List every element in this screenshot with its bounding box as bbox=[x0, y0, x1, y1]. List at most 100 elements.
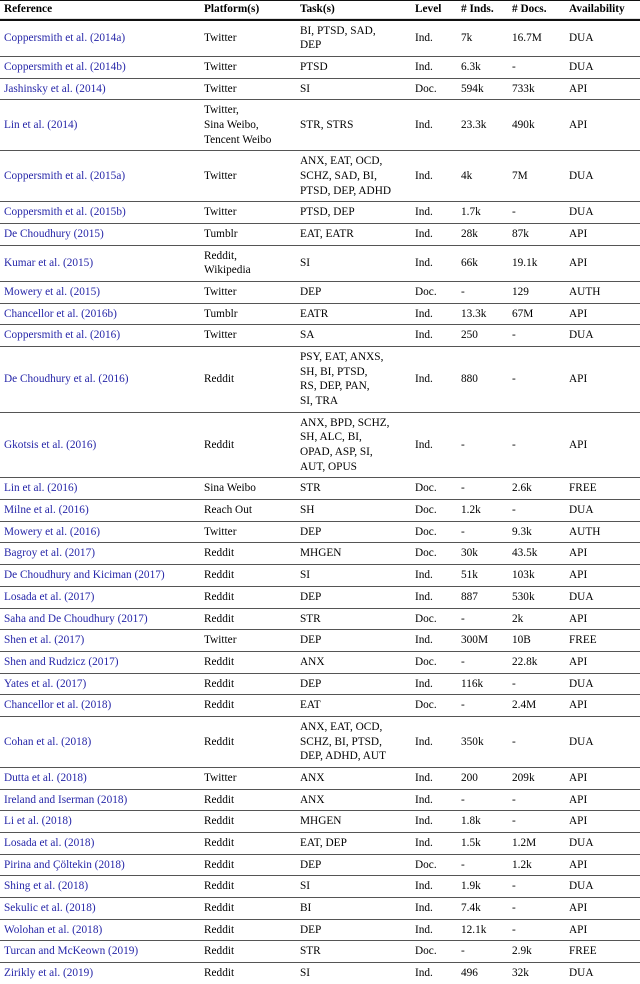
citation-link[interactable]: Chancellor et al. (2018) bbox=[0, 694, 200, 717]
availability-cell: API bbox=[565, 245, 640, 283]
citation-link[interactable]: Sekulic et al. (2018) bbox=[0, 897, 200, 920]
platform-cell: Reddit bbox=[200, 789, 296, 812]
availability-cell: API bbox=[565, 223, 640, 246]
citation-link[interactable]: De Choudhury (2015) bbox=[0, 223, 200, 246]
citation-link[interactable]: Shen et al. (2017) bbox=[0, 629, 200, 652]
citation-link[interactable]: Coppersmith et al. (2015a) bbox=[0, 150, 200, 203]
platform-cell-line: Reddit bbox=[204, 677, 235, 690]
citation-link[interactable]: Cohan et al. (2018) bbox=[0, 716, 200, 768]
task-cell-line: SI bbox=[300, 82, 311, 95]
citation-link[interactable]: Mowery et al. (2016) bbox=[0, 521, 200, 544]
num-individuals-cell: 200 bbox=[457, 767, 508, 790]
task-cell: DEP bbox=[296, 919, 411, 942]
platform-cell: Reddit bbox=[200, 564, 296, 587]
platform-cell-line: Twitter bbox=[204, 170, 237, 183]
task-cell-line: SI bbox=[300, 569, 311, 582]
citation-link[interactable]: Milne et al. (2016) bbox=[0, 499, 200, 522]
task-cell-line: STR bbox=[300, 612, 321, 625]
level-cell: Ind. bbox=[411, 56, 457, 79]
num-individuals-cell: - bbox=[457, 940, 508, 963]
citation-link[interactable]: Lin et al. (2016) bbox=[0, 477, 200, 501]
task-cell: PTSD, DEP bbox=[296, 201, 411, 225]
platform-cell-line: Reddit bbox=[204, 793, 235, 806]
platform-cell: Reddit bbox=[200, 716, 296, 768]
citation-link[interactable]: Chancellor et al. (2016b) bbox=[0, 303, 200, 326]
num-individuals-cell: - bbox=[457, 651, 508, 674]
num-individuals-cell: 6.3k bbox=[457, 56, 508, 79]
platform-cell-line: Twitter bbox=[204, 206, 237, 219]
citation-link[interactable]: Ireland and Iserman (2018) bbox=[0, 789, 200, 812]
availability-cell: API bbox=[565, 897, 640, 920]
platform-cell-line: Twitter bbox=[204, 82, 237, 95]
level-cell: Doc. bbox=[411, 281, 457, 304]
table-row: Gkotsis et al. (2016) Reddit ANX, BPD, SCH… bbox=[0, 412, 640, 479]
num-individuals-cell: - bbox=[457, 477, 508, 501]
availability-cell: API bbox=[565, 99, 640, 152]
task-cell-line: EAT, DEP bbox=[300, 836, 347, 849]
num-documents-cell: 2k bbox=[508, 608, 565, 631]
availability-cell: AUTH bbox=[565, 281, 640, 304]
citation-link[interactable]: Kumar et al. (2015) bbox=[0, 245, 200, 283]
citation-link[interactable]: Dutta et al. (2018) bbox=[0, 767, 200, 790]
platform-cell: Reddit bbox=[200, 854, 296, 877]
citation-link[interactable]: Mowery et al. (2015) bbox=[0, 281, 200, 304]
num-documents-cell: - bbox=[508, 673, 565, 696]
platform-cell-line: Reddit bbox=[204, 880, 235, 893]
platform-cell-line: Reddit bbox=[204, 438, 235, 451]
task-cell-line: DEP bbox=[300, 677, 322, 690]
citation-link[interactable]: Losada et al. (2018) bbox=[0, 832, 200, 855]
availability-cell: DUA bbox=[565, 324, 640, 348]
citation-link[interactable]: Lin et al. (2014) bbox=[0, 99, 200, 152]
task-cell: BI bbox=[296, 897, 411, 920]
level-cell: Ind. bbox=[411, 919, 457, 942]
citation-link[interactable]: Gkotsis et al. (2016) bbox=[0, 412, 200, 479]
citation-link[interactable]: Shing et al. (2018) bbox=[0, 875, 200, 898]
citation-link[interactable]: De Choudhury et al. (2016) bbox=[0, 346, 200, 413]
citation-link[interactable]: Yates et al. (2017) bbox=[0, 673, 200, 696]
task-cell-line: DEP, ADHD, AUT bbox=[300, 750, 386, 763]
num-documents-cell: 32k bbox=[512, 966, 529, 979]
platform-cell-line: Reddit bbox=[204, 699, 235, 712]
task-cell: MHGEN bbox=[296, 810, 411, 833]
citation-link[interactable]: Coppersmith et al. (2014b) bbox=[0, 56, 200, 79]
citation-link[interactable]: Zirikly et al. (2019) bbox=[0, 962, 200, 983]
num-documents-cell: - bbox=[508, 810, 565, 833]
citation-link[interactable]: Coppersmith et al. (2015b) bbox=[0, 201, 200, 225]
platform-cell: Reddit bbox=[200, 586, 296, 609]
table-row: Milne et al. (2016) Reach Out SH Doc. 1.2k - D… bbox=[0, 499, 640, 522]
task-cell: STR, STRS bbox=[296, 99, 411, 152]
table-row: Pirina and Çöltekin (2018) Reddit DEP Doc. -… bbox=[0, 854, 640, 877]
table-row: De Choudhury et al. (2016) Reddit PSY, EAT… bbox=[0, 346, 640, 413]
citation-link[interactable]: Shen and Rudzicz (2017) bbox=[0, 651, 200, 674]
citation-link[interactable]: Bagroy et al. (2017) bbox=[0, 542, 200, 566]
citation-link[interactable]: Turcan and McKeown (2019) bbox=[0, 940, 200, 963]
level-cell: Doc. bbox=[411, 608, 457, 631]
task-cell: EAT, EATR bbox=[296, 223, 411, 246]
availability-cell: API bbox=[565, 694, 640, 717]
platform-cell: Twitter bbox=[200, 281, 296, 304]
task-cell: EAT, DEP bbox=[296, 832, 411, 855]
table-row: Coppersmith et al. (2016) Twitter SA Ind. 25… bbox=[0, 324, 640, 348]
level-cell: Doc. bbox=[411, 940, 457, 963]
num-documents-cell: - bbox=[508, 56, 565, 79]
level-cell: Ind. bbox=[411, 412, 457, 479]
platform-cell: Reddit bbox=[200, 875, 296, 898]
platform-cell: Twitter bbox=[200, 201, 296, 225]
task-cell: SI bbox=[296, 962, 411, 983]
citation-link[interactable]: Li et al. (2018) bbox=[0, 810, 200, 833]
level-cell: Ind. bbox=[411, 245, 457, 283]
task-cell-line: SA bbox=[300, 329, 315, 342]
citation-link[interactable]: Coppersmith et al. (2014a) bbox=[0, 20, 200, 58]
citation-link[interactable]: Losada et al. (2017) bbox=[0, 586, 200, 609]
num-documents-cell: 2.6k bbox=[508, 477, 565, 501]
citation-link[interactable]: De Choudhury and Kiciman (2017) bbox=[0, 564, 200, 587]
citation-link[interactable]: Saha and De Choudhury (2017) bbox=[0, 608, 200, 631]
citation-link[interactable]: Jashinsky et al. (2014) bbox=[0, 78, 200, 101]
citation-link[interactable]: Pirina and Çöltekin (2018) bbox=[0, 854, 200, 877]
level-cell: Ind. bbox=[411, 564, 457, 587]
num-documents-cell: 2.4M bbox=[508, 694, 565, 717]
level-cell: Ind. bbox=[411, 586, 457, 609]
task-cell-line: EATR bbox=[300, 307, 329, 320]
citation-link[interactable]: Coppersmith et al. (2016) bbox=[0, 324, 200, 348]
citation-link[interactable]: Wolohan et al. (2018) bbox=[0, 919, 200, 942]
